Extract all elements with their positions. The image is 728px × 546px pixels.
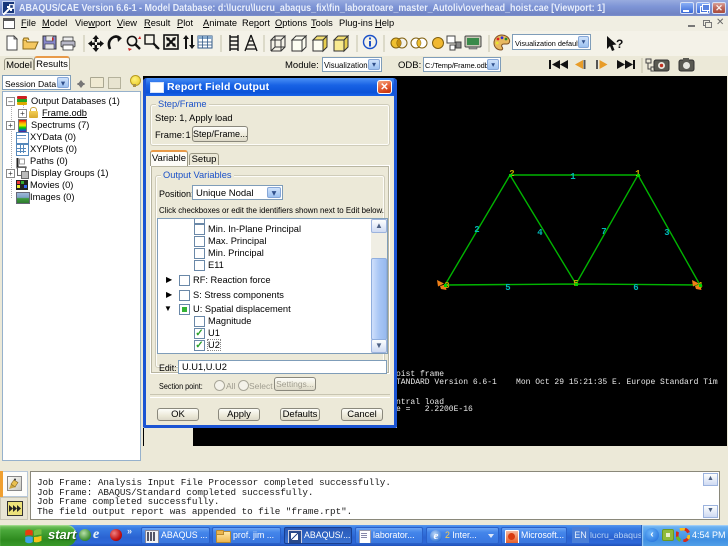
svg-text:6: 6 [633, 283, 638, 293]
svg-text:2: 2 [474, 225, 479, 235]
svg-text:5: 5 [505, 283, 510, 293]
svg-text:4: 4 [537, 228, 543, 238]
svg-text:7: 7 [601, 227, 606, 237]
svg-text:?: ? [616, 37, 623, 51]
svg-text:3: 3 [664, 228, 669, 238]
svg-text:1: 1 [570, 172, 576, 182]
